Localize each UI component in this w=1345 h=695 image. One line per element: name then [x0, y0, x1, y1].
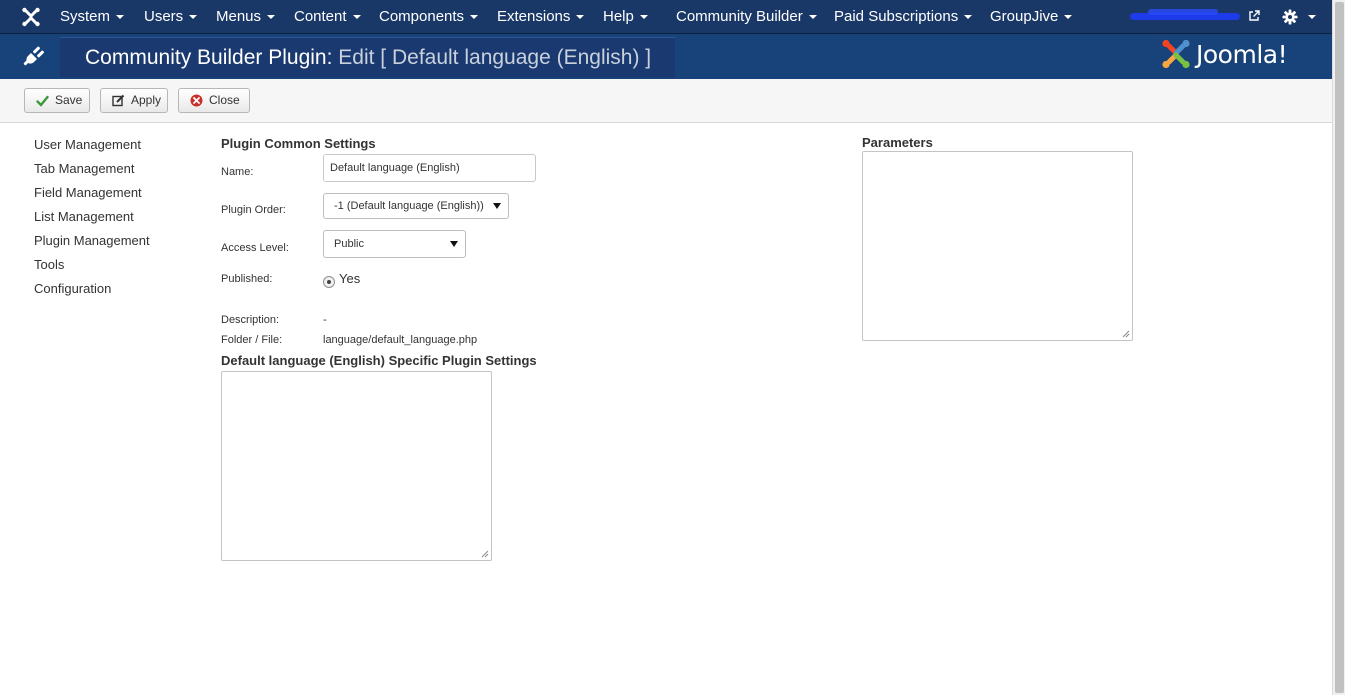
parameters-textarea[interactable]	[862, 151, 1133, 341]
site-name-link[interactable]	[1130, 7, 1244, 25]
sidebar-item-user-management[interactable]: User Management	[34, 136, 204, 160]
folder-file-value: language/default_language.php	[323, 334, 478, 346]
sidebar-item-tab-management[interactable]: Tab Management	[34, 160, 204, 184]
caret-down-icon	[116, 15, 125, 20]
page-title-text: Community Builder Plugin:	[85, 46, 333, 69]
sidebar-item-tools[interactable]: Tools	[34, 256, 204, 280]
toolbar: Save Apply Close	[0, 79, 1332, 123]
published-yes-radio[interactable]	[323, 276, 335, 288]
page-subtitle: Edit [ Default language (English) ]	[338, 46, 652, 69]
caret-down-icon	[808, 15, 817, 20]
close-button[interactable]: Close	[178, 88, 250, 113]
description-label: Description:	[221, 314, 280, 326]
published-yes-label[interactable]: Yes	[339, 271, 360, 286]
plugin-order-select[interactable]: -1 (Default language (English))	[323, 193, 509, 219]
scrollbar-thumb[interactable]	[1335, 2, 1344, 693]
plugin-order-value: -1 (Default language (English))	[334, 200, 484, 212]
caret-down-icon	[267, 15, 276, 20]
page-title: Community Builder Plugin: Edit [ Default…	[60, 37, 675, 77]
apply-label: Apply	[131, 93, 162, 107]
specific-settings-title: Default language (English) Specific Plug…	[221, 353, 537, 368]
specific-settings-textarea[interactable]	[221, 371, 492, 561]
app-window: System Users Menus Content Components Ex…	[0, 0, 1345, 695]
apply-button[interactable]: Apply	[100, 88, 168, 113]
close-label: Close	[209, 93, 240, 107]
plug-icon	[23, 46, 44, 66]
name-label: Name:	[221, 166, 254, 178]
save-button[interactable]: Save	[24, 88, 90, 113]
joomla-brand-logo-icon	[1162, 39, 1190, 69]
menu-system[interactable]: System	[60, 0, 125, 34]
menu-community-builder[interactable]: Community Builder	[676, 0, 817, 34]
access-level-select[interactable]: Public	[323, 230, 466, 258]
sidebar-item-configuration[interactable]: Configuration	[34, 280, 204, 304]
caret-down-icon	[639, 15, 648, 20]
sidebar-menu: User Management Tab Management Field Man…	[34, 136, 204, 304]
joomla-wordmark: Joomla!	[1196, 39, 1288, 69]
sidebar-item-list-management[interactable]: List Management	[34, 208, 204, 232]
caret-down-icon	[576, 15, 585, 20]
resize-grip-icon[interactable]	[1122, 330, 1130, 338]
gear-icon	[1282, 9, 1298, 25]
external-link-icon[interactable]	[1248, 10, 1260, 22]
joomla-logo-icon[interactable]	[20, 7, 42, 27]
menu-content[interactable]: Content	[294, 0, 361, 34]
sidebar-item-plugin-management[interactable]: Plugin Management	[34, 232, 204, 256]
menu-extensions[interactable]: Extensions	[497, 0, 585, 34]
menu-help[interactable]: Help	[603, 0, 648, 34]
caret-down-icon	[1308, 14, 1317, 19]
dropdown-arrow-icon	[450, 241, 458, 247]
close-icon	[190, 94, 203, 107]
caret-down-icon	[352, 15, 361, 20]
caret-down-icon	[964, 15, 973, 20]
page-scrollbar[interactable]	[1332, 0, 1345, 695]
page-header: Community Builder Plugin: Edit [ Default…	[0, 34, 1332, 79]
settings-menu[interactable]	[1282, 8, 1317, 26]
description-value: -	[323, 314, 327, 326]
menu-users[interactable]: Users	[144, 0, 198, 34]
folder-file-label: Folder / File:	[221, 334, 283, 346]
sidebar-item-field-management[interactable]: Field Management	[34, 184, 204, 208]
caret-down-icon	[189, 15, 198, 20]
published-label: Published:	[221, 273, 273, 285]
access-level-value: Public	[334, 238, 364, 250]
menu-paid-subscriptions[interactable]: Paid Subscriptions	[834, 0, 973, 34]
resize-grip-icon[interactable]	[481, 550, 489, 558]
access-level-label: Access Level:	[221, 242, 289, 254]
edit-icon	[112, 94, 125, 107]
joomla-brand: Joomla!	[1160, 37, 1288, 71]
common-settings-title: Plugin Common Settings	[221, 136, 376, 151]
menu-menus[interactable]: Menus	[216, 0, 276, 34]
dropdown-arrow-icon	[493, 203, 501, 209]
caret-down-icon	[470, 15, 479, 20]
caret-down-icon	[1064, 15, 1073, 20]
parameters-title: Parameters	[862, 135, 933, 150]
save-label: Save	[55, 93, 83, 107]
redacted-site-name	[1148, 9, 1218, 15]
menu-components[interactable]: Components	[379, 0, 479, 34]
name-input[interactable]	[323, 154, 536, 182]
plugin-order-label: Plugin Order:	[221, 204, 286, 216]
top-navbar: System Users Menus Content Components Ex…	[0, 0, 1332, 34]
check-icon	[36, 95, 49, 107]
menu-groupjive[interactable]: GroupJive	[990, 0, 1073, 34]
